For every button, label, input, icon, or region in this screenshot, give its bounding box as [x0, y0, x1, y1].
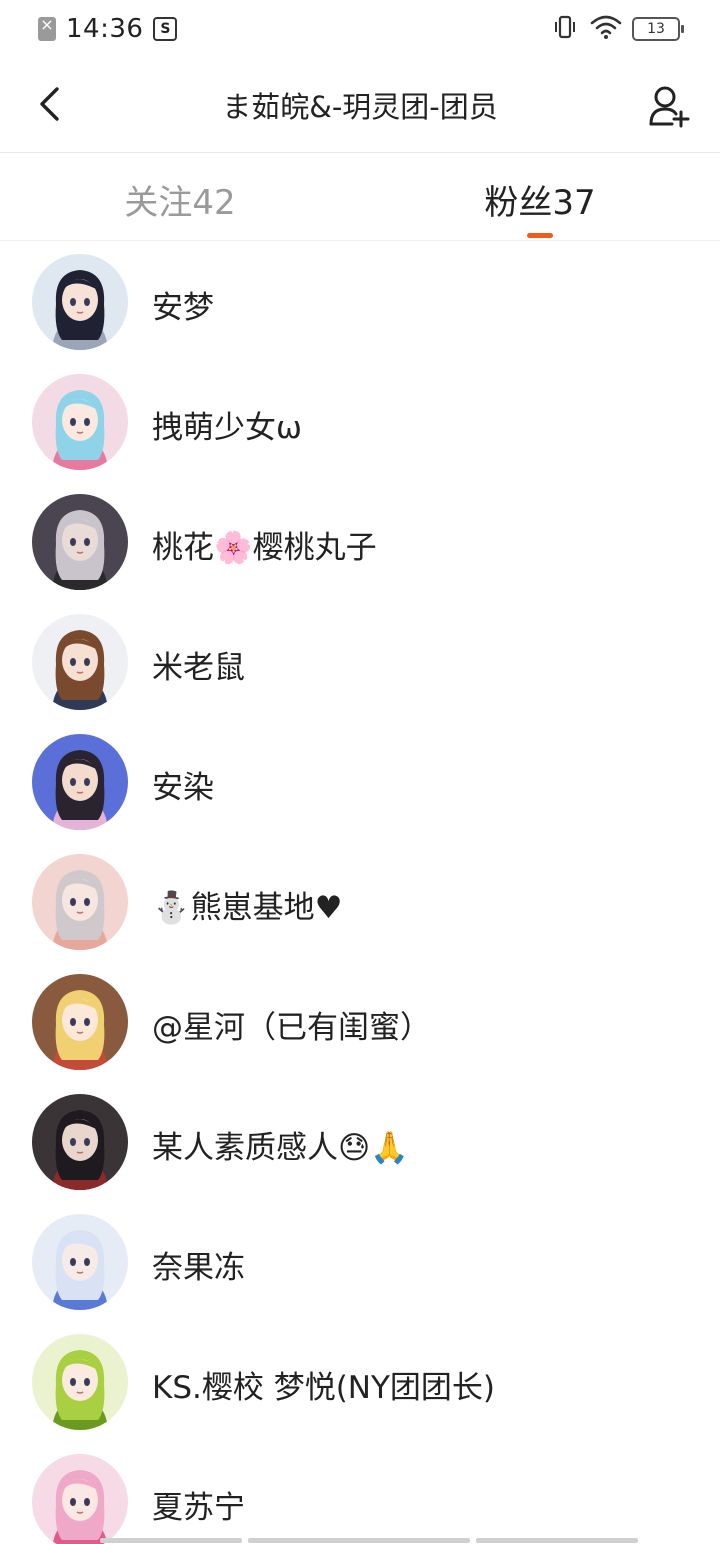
- add-user-button[interactable]: [644, 80, 696, 132]
- follower-name: 安梦: [152, 290, 214, 326]
- follower-list[interactable]: 安梦拽萌少女ω 桃花🌸樱桃丸子 米老鼠安染 ⛄熊崽基地♥ @星河（已有闺蜜） 某人素质感人…: [0, 242, 720, 1544]
- follower-name: 拽萌少女ω: [152, 410, 302, 446]
- follower-row[interactable]: 桃花🌸樱桃丸子: [0, 482, 720, 602]
- active-tab-indicator: [527, 233, 553, 238]
- scroll-segment: [476, 1538, 638, 1543]
- avatar[interactable]: [32, 374, 128, 470]
- header: ま茹皖&-玥灵团-团员: [0, 58, 720, 153]
- add-user-icon: [649, 86, 690, 128]
- status-left: 14:36 S: [38, 14, 178, 44]
- page-title: ま茹皖&-玥灵团-团员: [222, 90, 498, 124]
- wifi-icon: [590, 14, 622, 44]
- scroll-segment: [248, 1538, 470, 1543]
- follower-row[interactable]: 夏苏宁: [0, 1442, 720, 1544]
- avatar[interactable]: [32, 494, 128, 590]
- avatar[interactable]: [32, 1454, 128, 1544]
- follower-name: 桃花🌸樱桃丸子: [152, 530, 377, 566]
- tab-followers[interactable]: 粉丝37: [390, 175, 690, 224]
- avatar[interactable]: [32, 254, 128, 350]
- avatar[interactable]: [32, 1214, 128, 1310]
- battery-level: 13: [647, 21, 665, 37]
- back-button[interactable]: [28, 82, 72, 126]
- follower-name: 某人素质感人😓🙏: [152, 1130, 409, 1166]
- screen: 14:36 S 13: [0, 0, 720, 1544]
- follower-row[interactable]: 米老鼠: [0, 602, 720, 722]
- follower-name: @星河（已有闺蜜）: [152, 1010, 431, 1046]
- avatar[interactable]: [32, 974, 128, 1070]
- tab-following[interactable]: 关注42: [30, 175, 330, 224]
- follower-row[interactable]: ⛄熊崽基地♥: [0, 842, 720, 962]
- follower-row[interactable]: 拽萌少女ω: [0, 362, 720, 482]
- status-right: 13: [552, 14, 684, 44]
- follower-name: 夏苏宁: [152, 1490, 245, 1526]
- follower-name: 安染: [152, 770, 214, 806]
- scroll-segment: [100, 1538, 242, 1543]
- avatar[interactable]: [32, 1094, 128, 1190]
- avatar[interactable]: [32, 854, 128, 950]
- chevron-left-icon: [40, 87, 59, 121]
- avatar[interactable]: [32, 1334, 128, 1430]
- follower-row[interactable]: 安染: [0, 722, 720, 842]
- tab-bar: 关注42 粉丝37: [0, 153, 720, 241]
- follower-row[interactable]: @星河（已有闺蜜）: [0, 962, 720, 1082]
- status-time: 14:36: [66, 14, 144, 44]
- follower-row[interactable]: KS.樱校 梦悦(NY团团长): [0, 1322, 720, 1442]
- status-bar: 14:36 S 13: [0, 0, 720, 58]
- follower-row[interactable]: 奈果冻: [0, 1202, 720, 1322]
- avatar[interactable]: [32, 614, 128, 710]
- battery-icon: 13: [632, 17, 684, 41]
- avatar[interactable]: [32, 734, 128, 830]
- follower-name: 奈果冻: [152, 1250, 245, 1286]
- follower-name: 米老鼠: [152, 650, 245, 686]
- notification-icon: S: [153, 17, 178, 41]
- no-sim-icon: [38, 15, 56, 41]
- follower-name: KS.樱校 梦悦(NY团团长): [152, 1370, 496, 1406]
- follower-row[interactable]: 某人素质感人😓🙏: [0, 1082, 720, 1202]
- vibrate-icon: [552, 14, 578, 44]
- follower-name: ⛄熊崽基地♥: [152, 890, 343, 926]
- scroll-indicator: [100, 1538, 638, 1543]
- follower-row[interactable]: 安梦: [0, 242, 720, 362]
